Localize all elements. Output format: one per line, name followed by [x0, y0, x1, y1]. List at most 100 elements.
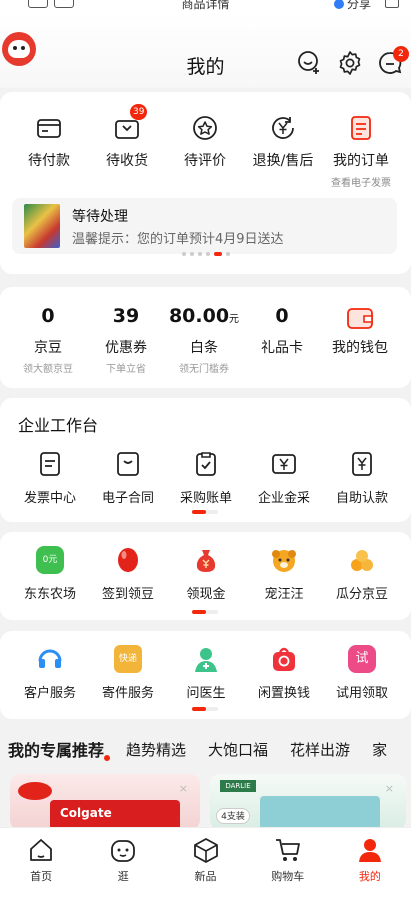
- wallet-value: 39: [112, 305, 140, 327]
- product-card[interactable]: Colgate ×: [10, 774, 200, 830]
- courier-service[interactable]: 快递 寄件服务: [89, 645, 167, 701]
- order-pending-payment[interactable]: 待付款: [10, 114, 88, 189]
- settings-gear-icon[interactable]: [337, 50, 363, 76]
- headset-icon: [38, 649, 62, 668]
- services-row: 客户服务 快递 寄件服务 问医生 闲置换钱 试 试用领取: [0, 645, 411, 701]
- product-brand: DARLIE: [220, 780, 256, 792]
- e-contract[interactable]: 电子合同: [89, 450, 167, 506]
- courier-box-icon: 快递: [114, 645, 142, 673]
- nav-cart[interactable]: 购物车: [247, 828, 329, 901]
- order-pending-receipt[interactable]: 39 待收货: [88, 104, 166, 189]
- dongdong-farm[interactable]: 0元 东东农场: [11, 546, 89, 602]
- tab-food[interactable]: 大饱口福: [208, 739, 268, 760]
- receipt-badge: 39: [130, 104, 148, 120]
- activities-scroll-indicator: [192, 610, 218, 614]
- order-item-label: 我的订单: [333, 153, 389, 169]
- order-item-label: 待收货: [106, 153, 148, 169]
- wallet-baitiao[interactable]: 80.00元 白条 领无门槛券: [165, 305, 243, 375]
- orders-row: 待付款 39 待收货 待评价 退换/售后 我的订单 查看电子发票: [0, 104, 411, 189]
- pending-order-banner[interactable]: 等待处理 温馨提示：您的订单预计4月9日送达: [12, 198, 397, 254]
- wallet-jingdou[interactable]: 0 京豆 领大额京豆: [9, 305, 87, 375]
- yen-doc-icon: [352, 452, 372, 476]
- wallet-value: 0: [275, 305, 289, 327]
- status-title: 商品详情: [181, 0, 230, 11]
- doctor-icon: [195, 648, 217, 672]
- nav-browse[interactable]: 逛: [82, 828, 164, 901]
- tab-home[interactable]: 家: [372, 739, 387, 760]
- wallet-value: 80.00元: [165, 305, 243, 331]
- order-item-label: 退换/售后: [252, 153, 314, 169]
- baitiao-unit: 元: [229, 314, 240, 325]
- wallet-label: 白条: [190, 340, 218, 356]
- service-label: 问医生: [186, 686, 226, 701]
- my-wallet[interactable]: 我的钱包: [321, 305, 399, 375]
- pending-tip: 温馨提示：您的订单预计4月9日送达: [72, 232, 284, 247]
- pending-title: 等待处理: [72, 209, 128, 225]
- invoice-center[interactable]: 发票中心: [11, 450, 89, 506]
- nav-me[interactable]: 我的: [329, 828, 411, 901]
- service-label: 寄件服务: [101, 686, 154, 701]
- tab-exclusive[interactable]: 我的专属推荐: [8, 737, 111, 761]
- trial-claim[interactable]: 试 试用领取: [323, 645, 401, 701]
- service-label: 闲置换钱: [257, 686, 310, 701]
- browse-face-icon: [111, 840, 136, 862]
- dog-face-icon: [272, 550, 296, 572]
- nav-label: 新品: [194, 870, 217, 883]
- enterprise-label: 企业金采: [257, 491, 310, 506]
- share-beans[interactable]: 瓜分京豆: [323, 546, 401, 602]
- tab-trending[interactable]: 趋势精选: [126, 739, 186, 760]
- collect-cash[interactable]: 领现金: [167, 546, 245, 602]
- product-card[interactable]: DARLIE 4支装 ×: [210, 774, 406, 830]
- close-icon[interactable]: ×: [179, 782, 188, 795]
- recycle-cash[interactable]: 闲置换钱: [245, 645, 323, 701]
- tab-travel[interactable]: 花样出游: [290, 739, 350, 760]
- home-icon[interactable]: [54, 0, 74, 8]
- nav-home[interactable]: 首页: [0, 828, 82, 901]
- activity-label: 签到领豆: [101, 587, 154, 602]
- enterprise-label: 电子合同: [101, 491, 154, 506]
- service-label: 客户服务: [23, 686, 76, 701]
- status-left-icons: [28, 0, 74, 8]
- wallet-label: 我的钱包: [332, 340, 388, 356]
- add-friend-icon[interactable]: [296, 50, 322, 76]
- nav-new[interactable]: 新品: [164, 828, 246, 901]
- nav-label: 购物车: [271, 870, 305, 883]
- nav-label: 首页: [30, 870, 53, 883]
- order-refund[interactable]: 退换/售后: [244, 114, 322, 189]
- cart-icon: [275, 839, 300, 861]
- purchase-bill[interactable]: 采购账单: [167, 450, 245, 506]
- services-card: 客户服务 快递 寄件服务 问医生 闲置换钱 试 试用领取: [0, 631, 411, 719]
- wallet-row: 0 京豆 领大额京豆 39 优惠券 下单立省 80.00元 白条 领无门槛券 0…: [0, 305, 411, 375]
- share-icon: [333, 0, 344, 9]
- ask-doctor[interactable]: 问医生: [167, 645, 245, 701]
- customer-service[interactable]: 客户服务: [11, 645, 89, 701]
- activity-label: 东东农场: [23, 587, 76, 602]
- product-thumbnail: [24, 204, 60, 248]
- wallet-coupons[interactable]: 39 优惠券 下单立省: [87, 305, 165, 375]
- pet-wang[interactable]: 宠汪汪: [245, 546, 323, 602]
- invoice-icon: [40, 452, 60, 476]
- self-claim[interactable]: 自助认款: [323, 450, 401, 506]
- farm-icon: 0元: [36, 546, 64, 574]
- close-icon[interactable]: ×: [385, 782, 394, 795]
- yen-card-icon: [272, 454, 296, 474]
- product-brand: Colgate: [50, 800, 180, 830]
- wallet-giftcard[interactable]: 0 礼品卡: [243, 305, 321, 375]
- enterprise-row: 发票中心 电子合同 采购账单 企业金采 自助认款: [0, 450, 411, 506]
- product-tag: 4支装: [216, 808, 250, 824]
- back-icon[interactable]: [28, 0, 48, 8]
- order-invoice-link[interactable]: 查看电子发票: [322, 174, 400, 189]
- order-pending-review[interactable]: 待评价: [166, 114, 244, 189]
- activity-label: 宠汪汪: [264, 587, 304, 602]
- nav-label: 逛: [117, 870, 129, 883]
- services-scroll-indicator: [192, 707, 218, 711]
- enterprise-label: 自助认款: [335, 491, 388, 506]
- bean-pile-icon: [351, 550, 373, 571]
- checkin-beans[interactable]: 签到领豆: [89, 546, 167, 602]
- order-item-label: 待付款: [28, 153, 70, 169]
- my-orders[interactable]: 我的订单 查看电子发票: [322, 114, 400, 189]
- wallet-sub: 领无门槛券: [179, 364, 229, 375]
- share-button[interactable]: 分享: [333, 0, 371, 12]
- service-label: 试用领取: [335, 686, 388, 701]
- enterprise-procurement[interactable]: 企业金采: [245, 450, 323, 506]
